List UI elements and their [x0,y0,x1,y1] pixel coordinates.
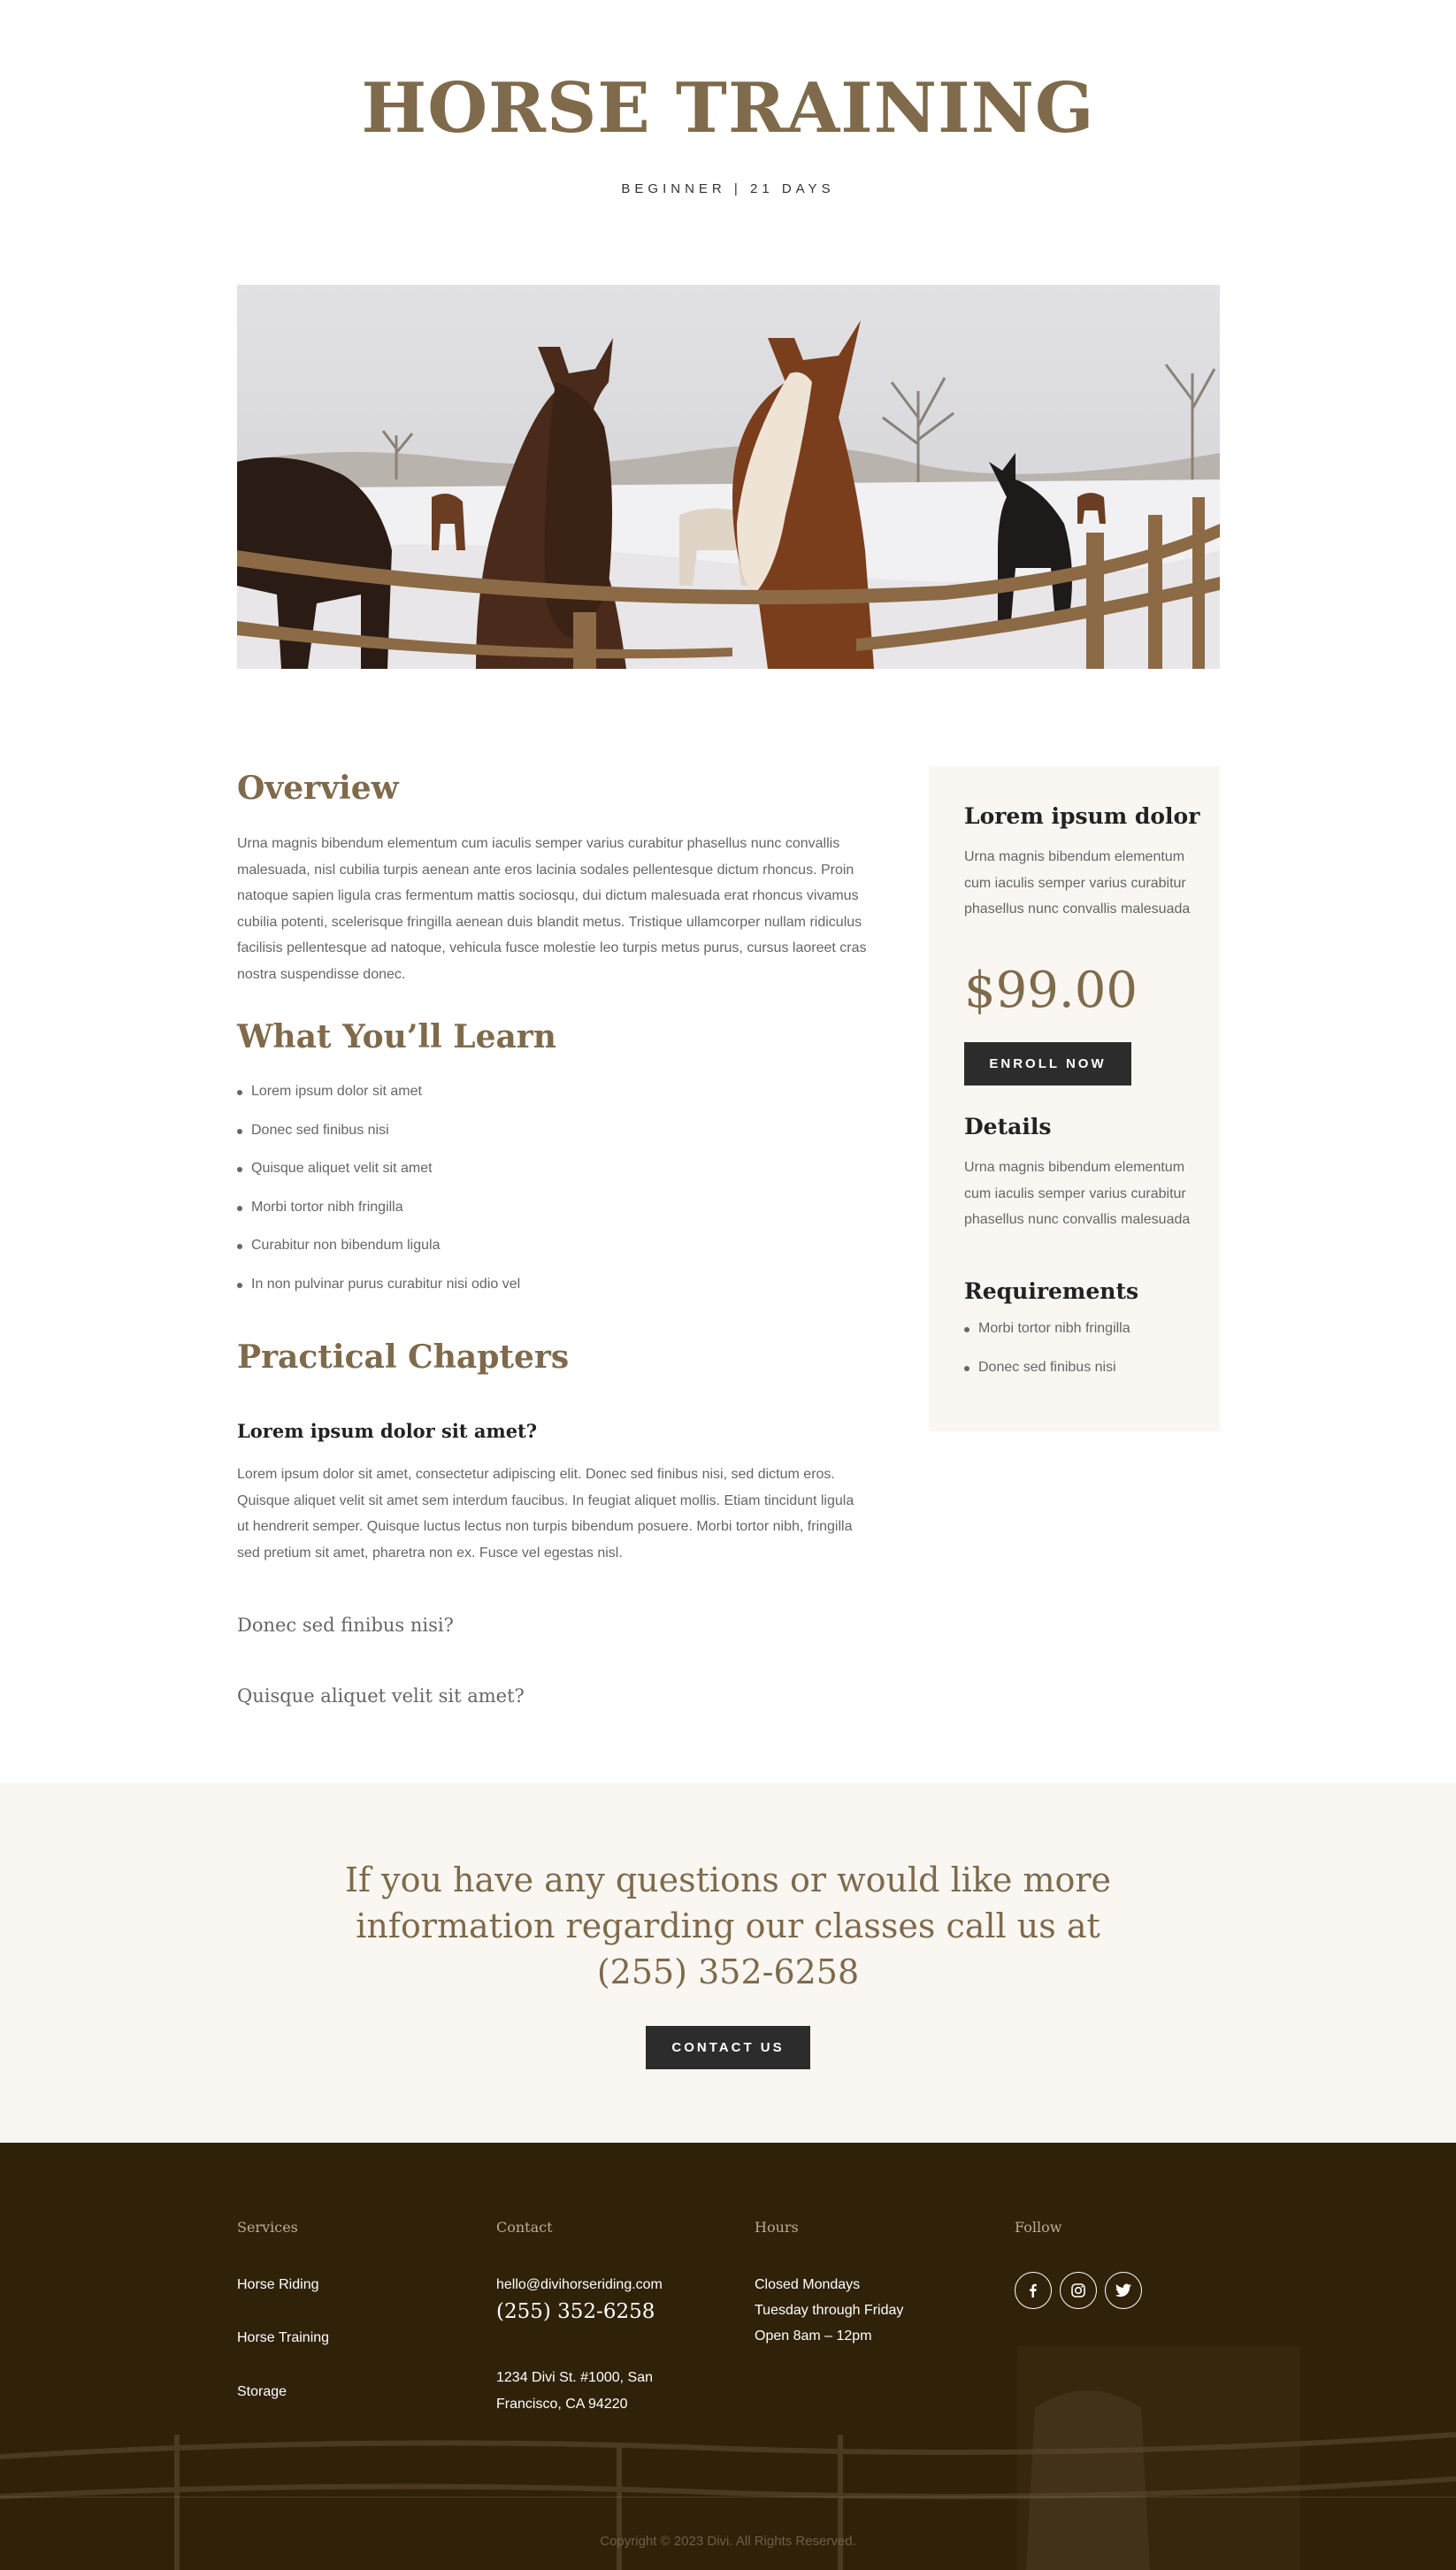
twitter-button[interactable] [1105,2272,1142,2309]
requirements-heading: Requirements [964,1278,1139,1304]
copyright-text: Copyright © 2023 Divi. All Rights Reserv… [600,2534,856,2549]
instagram-button[interactable] [1060,2272,1097,2309]
footer-link-horse-riding[interactable]: Horse Riding [237,2272,318,2298]
footer-background-image [0,2346,1456,2570]
list-item: Curabitur non bibendum ligula [237,1237,520,1276]
facebook-icon [1030,2283,1037,2298]
accordion-open-content: Lorem ipsum dolor sit amet, consectetur … [237,1467,854,1561]
course-price: $99.00 [964,962,1138,1019]
sidebar-intro-heading: Lorem ipsum dolor [964,803,1200,829]
hours-line: Open 8am – 12pm [755,2328,872,2344]
details-text: Urna magnis bibendum elementum cum iacul… [964,1160,1191,1227]
overview-text: Urna magnis bibendum elementum cum iacul… [237,836,867,982]
footer-email[interactable]: hello@divihorseriding.com [496,2272,663,2298]
list-item: Donec sed finibus nisi [237,1122,520,1161]
contact-title: Contact [496,2219,553,2236]
footer-link-horse-training[interactable]: Horse Training [237,2325,329,2351]
footer-phone[interactable]: (255) 352-6258 [496,2300,655,2323]
sidebar-intro-text: Urna magnis bibendum elementum cum iacul… [964,849,1191,917]
twitter-icon [1115,2283,1131,2298]
learn-heading: What You’ll Learn [237,1018,556,1055]
contact-us-button[interactable]: CONTACT US [646,2026,810,2069]
accordion-item-2[interactable]: Donec sed finibus nisi? [237,1615,454,1636]
list-item: Morbi tortor nibh fringilla [237,1199,520,1238]
hero-image [237,285,1220,669]
chapters-heading: Practical Chapters [237,1339,570,1376]
hours-title: Hours [755,2219,799,2236]
services-title: Services [237,2219,298,2236]
footer-link-storage[interactable]: Storage [237,2379,287,2405]
facebook-button[interactable] [1015,2272,1052,2309]
details-heading: Details [964,1114,1052,1139]
follow-title: Follow [1015,2219,1062,2236]
instagram-icon [1071,2283,1085,2298]
course-sidebar: Lorem ipsum dolor Urna magnis bibendum e… [929,766,1220,1431]
accordion-open-title[interactable]: Lorem ipsum dolor sit amet? [237,1420,537,1442]
horses-photo [237,285,1220,669]
cta-text: If you have any questions or would like … [344,1860,1112,1991]
list-item: Morbi tortor nibh fringilla [964,1320,1130,1359]
site-footer: Services Horse Riding Horse Training Sto… [0,2143,1456,2570]
list-item: Donec sed finibus nisi [964,1359,1130,1398]
footer-address: 1234 Divi St. #1000, San Francisco, CA 9… [496,2370,654,2412]
requirements-list: Morbi tortor nibh fringilla Donec sed fi… [964,1320,1130,1397]
list-item: Quisque aliquet velit sit amet [237,1160,520,1199]
list-item: Lorem ipsum dolor sit amet [237,1083,520,1122]
list-item: In non pulvinar purus curabitur nisi odi… [237,1276,520,1315]
page-title: HORSE TRAINING [361,68,1095,149]
enroll-now-button[interactable]: ENROLL NOW [964,1042,1131,1086]
hours-line: Tuesday through Friday [755,2303,904,2318]
hours-line: Closed Mondays [755,2277,861,2292]
contact-cta-section: If you have any questions or would like … [0,1783,1456,2143]
overview-heading: Overview [237,770,399,807]
course-meta: BEGINNER | 21 DAYS [621,181,835,196]
accordion-item-3[interactable]: Quisque aliquet velit sit amet? [237,1685,525,1707]
learn-list: Lorem ipsum dolor sit amet Donec sed fin… [237,1083,520,1314]
